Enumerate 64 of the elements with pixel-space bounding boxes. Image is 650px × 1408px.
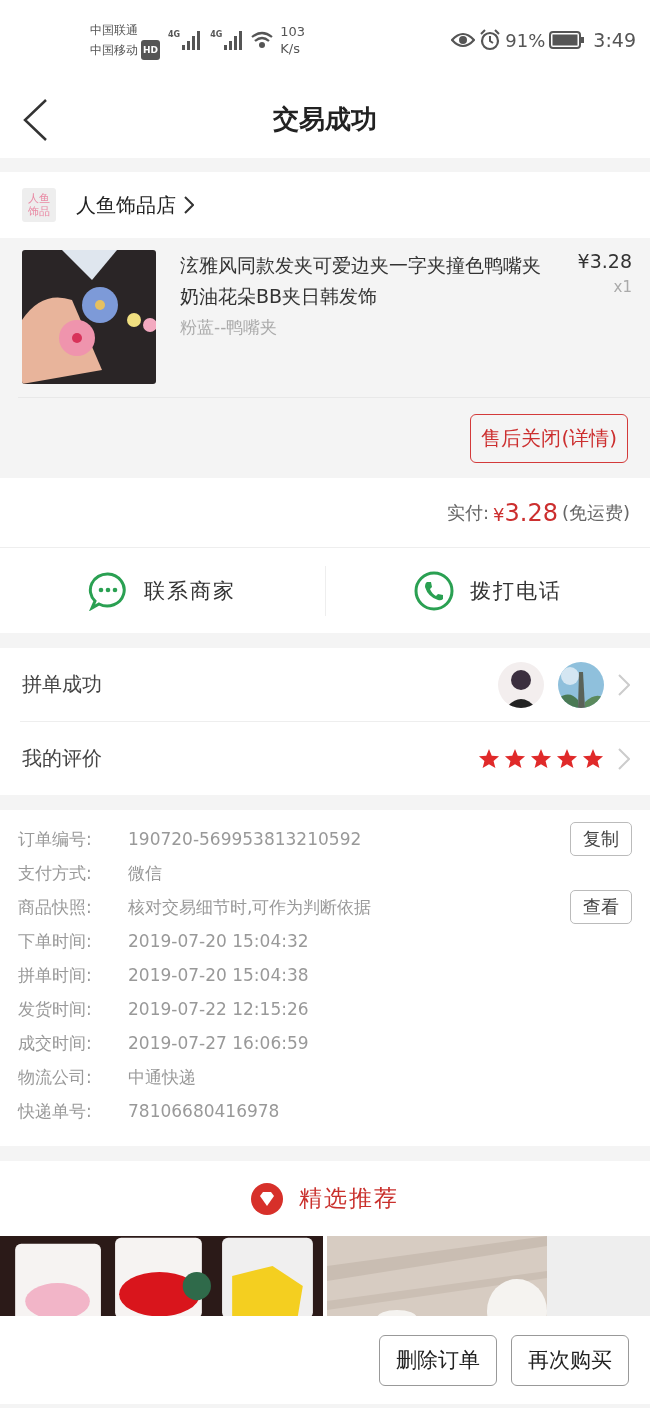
- carrier-name: 中国移动: [90, 42, 138, 59]
- carrier-name: 中国联通: [90, 22, 139, 39]
- delete-order-button[interactable]: 删除订单: [379, 1334, 497, 1386]
- star-icon: [582, 748, 604, 769]
- detail-value: 2019-07-27 16:06:59: [128, 1033, 310, 1053]
- network-speed: 103: [280, 23, 306, 40]
- star-icon: [556, 748, 578, 769]
- detail-label: 商品快照:: [18, 895, 93, 919]
- review-label: 我的评价: [22, 745, 103, 772]
- after-sale-button[interactable]: 售后关闭(详情): [470, 413, 628, 463]
- detail-value: 2019-07-20 15:04:32: [128, 931, 310, 951]
- star-icon: [478, 748, 500, 769]
- section-title: 精选推荐: [299, 1184, 399, 1213]
- buy-again-button[interactable]: 再次购买: [511, 1334, 629, 1386]
- contact-seller-button[interactable]: 联系商家: [0, 548, 325, 633]
- chevron-right-icon: [618, 747, 630, 770]
- chat-icon: [88, 570, 129, 611]
- chevron-right-icon: [618, 673, 630, 696]
- network-speed-unit: K/s: [280, 40, 301, 57]
- detail-value: 2019-07-22 12:15:26: [128, 999, 310, 1019]
- detail-value: 中通快递: [128, 1065, 197, 1089]
- paid-label: 实付:: [447, 500, 490, 525]
- hd-badge: HD: [141, 40, 160, 60]
- detail-label: 快递单号:: [18, 1099, 93, 1123]
- product-variant: 粉蓝--鸭嘴夹: [180, 316, 279, 339]
- chevron-right-icon: [184, 196, 194, 214]
- detail-value: 微信: [128, 861, 163, 885]
- detail-label: 下单时间:: [18, 929, 93, 953]
- page-title: 交易成功: [273, 102, 377, 136]
- network-type: 4G: [168, 30, 181, 39]
- group-buy-label: 拼单成功: [22, 671, 103, 698]
- star-icon: [504, 748, 526, 769]
- detail-action-button[interactable]: 复制: [570, 822, 632, 856]
- detail-label: 拼单时间:: [18, 963, 93, 987]
- detail-action-button[interactable]: 查看: [570, 890, 632, 924]
- shop-name[interactable]: 人鱼饰品店: [76, 191, 176, 219]
- signal-icon: [224, 30, 245, 50]
- call-button[interactable]: 拨打电话: [325, 548, 650, 633]
- clock-time: 3:49: [593, 29, 636, 51]
- paid-amount: ¥3.28: [493, 498, 558, 527]
- wifi-icon: [250, 30, 275, 50]
- alarm-icon: [479, 29, 502, 51]
- detail-label: 物流公司:: [18, 1065, 93, 1089]
- detail-value: 核对交易细节时,可作为判断依据: [128, 895, 373, 919]
- battery-percent: 91%: [505, 29, 546, 51]
- signal-icon: [182, 30, 203, 50]
- battery-icon: [549, 31, 586, 49]
- star-icon: [530, 748, 552, 769]
- product-title[interactable]: 泫雅风同款发夹可爱边夹一字夹撞色鸭嘴夹奶油花朵BB夹日韩发饰: [180, 250, 554, 312]
- detail-label: 订单编号:: [18, 827, 93, 851]
- eye-icon: [451, 32, 476, 48]
- detail-value: 78106680416978: [128, 1101, 281, 1121]
- detail-value: 2019-07-20 15:04:38: [128, 965, 310, 985]
- detail-label: 发货时间:: [18, 997, 93, 1021]
- back-icon[interactable]: [22, 99, 48, 141]
- product-price: ¥3.28: [577, 250, 632, 272]
- detail-label: 成交时间:: [18, 1031, 93, 1055]
- network-type: 4G: [210, 30, 223, 39]
- detail-label: 支付方式:: [18, 861, 93, 885]
- phone-icon: [413, 570, 454, 611]
- shop-logo: 人鱼饰品: [22, 188, 56, 222]
- detail-value: 190720-569953813210592: [128, 829, 363, 849]
- shipping-note: (免运费): [561, 500, 630, 525]
- product-quantity: x1: [613, 278, 632, 296]
